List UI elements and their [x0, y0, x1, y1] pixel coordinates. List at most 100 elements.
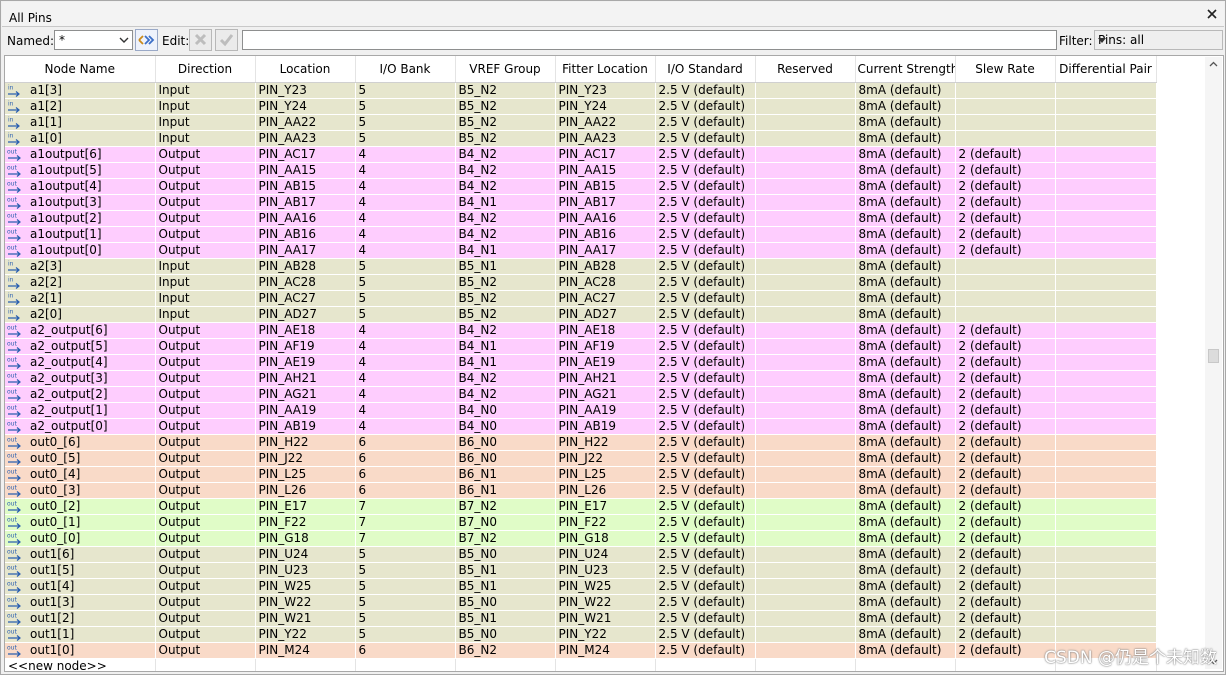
differential-pair-cell[interactable] — [1055, 434, 1157, 451]
differential-pair-cell[interactable] — [1055, 450, 1157, 467]
table-row[interactable]: out a2_output[0] Output PIN_AB19 4 B4_N0 PIN_A… — [5, 418, 1157, 435]
direction-cell[interactable]: Input — [155, 274, 256, 291]
cancel-edit-button[interactable] — [189, 29, 212, 51]
location-cell[interactable]: PIN_W25 — [255, 578, 356, 595]
direction-cell[interactable]: Input — [155, 114, 256, 131]
direction-cell[interactable]: Output — [155, 610, 256, 627]
vref-group-cell[interactable]: B7_N2 — [455, 530, 556, 547]
io-standard-cell[interactable]: 2.5 V (default) — [655, 178, 756, 195]
slew-rate-cell[interactable] — [955, 130, 1056, 147]
current-strength-cell[interactable]: 8mA (default) — [855, 178, 956, 195]
location-cell[interactable]: PIN_AA16 — [255, 210, 356, 227]
io-bank-cell[interactable]: 5 — [355, 98, 456, 115]
node-name-cell[interactable]: in a1[1] — [5, 114, 156, 131]
empty-cell[interactable] — [655, 658, 756, 671]
current-strength-cell[interactable]: 8mA (default) — [855, 594, 956, 611]
slew-rate-cell[interactable]: 2 (default) — [955, 402, 1056, 419]
io-standard-cell[interactable]: 2.5 V (default) — [655, 434, 756, 451]
table-row[interactable]: out a2_output[6] Output PIN_AE18 4 B4_N2 PIN_A… — [5, 322, 1157, 339]
direction-cell[interactable]: Output — [155, 562, 256, 579]
reserved-cell[interactable] — [755, 610, 856, 627]
io-standard-cell[interactable]: 2.5 V (default) — [655, 498, 756, 515]
vref-group-cell[interactable]: B5_N2 — [455, 306, 556, 323]
node-name-cell[interactable]: in a1[3] — [5, 82, 156, 99]
differential-pair-cell[interactable] — [1055, 578, 1157, 595]
differential-pair-cell[interactable] — [1055, 546, 1157, 563]
direction-cell[interactable]: Output — [155, 322, 256, 339]
reserved-cell[interactable] — [755, 386, 856, 403]
new-node-row[interactable]: <<new node>> — [5, 658, 1157, 671]
current-strength-cell[interactable]: 8mA (default) — [855, 114, 956, 131]
vref-group-cell[interactable]: B4_N1 — [455, 242, 556, 259]
fitter-location-cell[interactable]: PIN_U23 — [555, 562, 656, 579]
table-row[interactable]: out out0_[5] Output PIN_J22 6 B6_N0 PIN_J22 2.5… — [5, 450, 1157, 467]
vref-group-cell[interactable]: B4_N0 — [455, 418, 556, 435]
io-standard-cell[interactable]: 2.5 V (default) — [655, 546, 756, 563]
location-cell[interactable]: PIN_AF19 — [255, 338, 356, 355]
vref-group-cell[interactable]: B5_N2 — [455, 82, 556, 99]
io-standard-cell[interactable]: 2.5 V (default) — [655, 530, 756, 547]
io-bank-cell[interactable]: 4 — [355, 370, 456, 387]
node-name-cell[interactable]: out out1[3] — [5, 594, 156, 611]
io-bank-cell[interactable]: 5 — [355, 562, 456, 579]
column-header[interactable]: Direction — [155, 56, 256, 83]
reserved-cell[interactable] — [755, 274, 856, 291]
direction-cell[interactable]: Output — [155, 402, 256, 419]
differential-pair-cell[interactable] — [1055, 226, 1157, 243]
location-cell[interactable]: PIN_AA19 — [255, 402, 356, 419]
differential-pair-cell[interactable] — [1055, 386, 1157, 403]
slew-rate-cell[interactable]: 2 (default) — [955, 162, 1056, 179]
direction-cell[interactable]: Output — [155, 498, 256, 515]
io-standard-cell[interactable]: 2.5 V (default) — [655, 562, 756, 579]
vref-group-cell[interactable]: B4_N0 — [455, 402, 556, 419]
node-name-cell[interactable]: out a2_output[0] — [5, 418, 156, 435]
column-header[interactable]: Fitter Location — [555, 56, 656, 83]
slew-rate-cell[interactable]: 2 (default) — [955, 146, 1056, 163]
empty-cell[interactable] — [855, 658, 956, 671]
differential-pair-cell[interactable] — [1055, 210, 1157, 227]
io-standard-cell[interactable]: 2.5 V (default) — [655, 514, 756, 531]
direction-cell[interactable]: Input — [155, 258, 256, 275]
current-strength-cell[interactable]: 8mA (default) — [855, 210, 956, 227]
differential-pair-cell[interactable] — [1055, 626, 1157, 643]
table-row[interactable]: in a1[0] Input PIN_AA23 5 B5_N2 PIN_AA23 2.5 V … — [5, 130, 1157, 147]
fitter-location-cell[interactable]: PIN_AA15 — [555, 162, 656, 179]
io-bank-cell[interactable]: 4 — [355, 338, 456, 355]
io-standard-cell[interactable]: 2.5 V (default) — [655, 82, 756, 99]
vref-group-cell[interactable]: B4_N2 — [455, 226, 556, 243]
io-bank-cell[interactable]: 7 — [355, 498, 456, 515]
node-name-cell[interactable]: out out0_[6] — [5, 434, 156, 451]
table-row[interactable]: out out1[0] Output PIN_M24 6 B6_N2 PIN_M24 2.5 … — [5, 642, 1157, 659]
node-name-cell[interactable]: out a1output[3] — [5, 194, 156, 211]
io-standard-cell[interactable]: 2.5 V (default) — [655, 322, 756, 339]
reserved-cell[interactable] — [755, 642, 856, 659]
node-name-cell[interactable]: out out0_[4] — [5, 466, 156, 483]
current-strength-cell[interactable]: 8mA (default) — [855, 546, 956, 563]
location-cell[interactable]: PIN_H22 — [255, 434, 356, 451]
node-name-cell[interactable]: out out0_[3] — [5, 482, 156, 499]
differential-pair-cell[interactable] — [1055, 562, 1157, 579]
io-standard-cell[interactable]: 2.5 V (default) — [655, 338, 756, 355]
current-strength-cell[interactable]: 8mA (default) — [855, 274, 956, 291]
fitter-location-cell[interactable]: PIN_AA22 — [555, 114, 656, 131]
location-cell[interactable]: PIN_Y23 — [255, 82, 356, 99]
table-row[interactable]: out a1output[0] Output PIN_AA17 4 B4_N1 PIN_AA… — [5, 242, 1157, 259]
current-strength-cell[interactable]: 8mA (default) — [855, 562, 956, 579]
fitter-location-cell[interactable]: PIN_AA19 — [555, 402, 656, 419]
location-cell[interactable]: PIN_F22 — [255, 514, 356, 531]
differential-pair-cell[interactable] — [1055, 402, 1157, 419]
io-standard-cell[interactable]: 2.5 V (default) — [655, 626, 756, 643]
direction-cell[interactable]: Output — [155, 482, 256, 499]
reserved-cell[interactable] — [755, 354, 856, 371]
direction-cell[interactable]: Output — [155, 194, 256, 211]
current-strength-cell[interactable]: 8mA (default) — [855, 290, 956, 307]
io-bank-cell[interactable]: 4 — [355, 178, 456, 195]
fitter-location-cell[interactable]: PIN_AC17 — [555, 146, 656, 163]
node-name-cell[interactable]: out a1output[2] — [5, 210, 156, 227]
reserved-cell[interactable] — [755, 322, 856, 339]
io-bank-cell[interactable]: 7 — [355, 514, 456, 531]
vref-group-cell[interactable]: B5_N1 — [455, 610, 556, 627]
vref-group-cell[interactable]: B5_N2 — [455, 114, 556, 131]
table-row[interactable]: out out1[3] Output PIN_W22 5 B5_N0 PIN_W22 2.5 … — [5, 594, 1157, 611]
slew-rate-cell[interactable]: 2 (default) — [955, 322, 1056, 339]
